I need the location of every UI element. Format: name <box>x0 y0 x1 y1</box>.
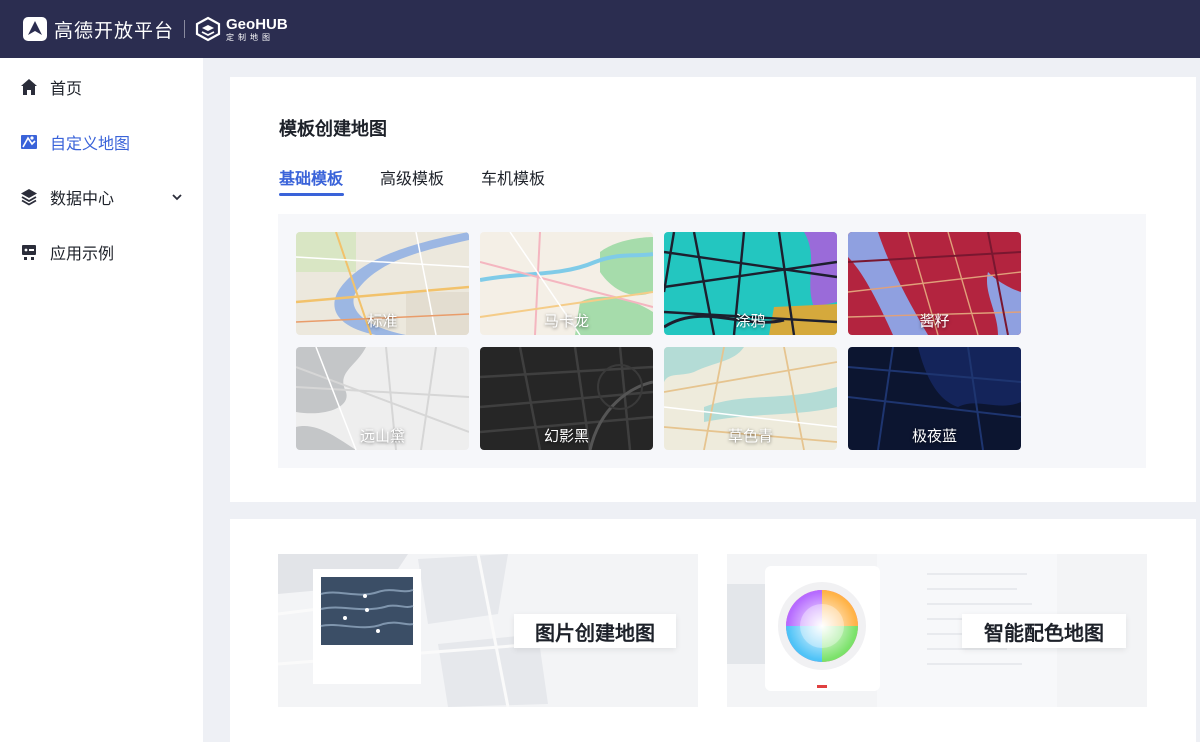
template-label: 远山黛 <box>359 427 405 445</box>
template-card-macaron[interactable]: 马卡龙 <box>480 232 653 335</box>
sidebar-item-custom-map[interactable]: 自定义地图 <box>0 120 203 164</box>
sidebar: 首页 自定义地图 数据中心 应用示例 <box>0 58 203 742</box>
sidebar-item-label: 数据中心 <box>50 189 115 208</box>
template-card-graffiti[interactable]: 涂鸦 <box>664 232 837 335</box>
amap-logo-icon <box>23 17 47 41</box>
sidebar-item-examples[interactable]: 应用示例 <box>0 230 203 274</box>
template-label: 涂鸦 <box>735 312 766 330</box>
create-from-image-card[interactable]: 图片创建地图 <box>278 554 698 707</box>
sidebar-item-home[interactable]: 首页 <box>0 65 203 109</box>
template-label: 草色青 <box>727 427 773 445</box>
tab-vehicle-templates[interactable]: 车机模板 <box>481 165 545 189</box>
template-card-yuanshandai[interactable]: 远山黛 <box>296 347 469 450</box>
chevron-down-icon[interactable] <box>170 190 184 204</box>
custom-map-icon <box>20 133 38 151</box>
layers-icon <box>20 188 38 206</box>
template-label: 标准 <box>367 312 398 330</box>
template-label: 极夜蓝 <box>911 427 957 445</box>
tab-active-indicator <box>279 193 344 196</box>
brand-name: 高德开放平台 <box>54 19 175 42</box>
template-label: 马卡龙 <box>543 312 589 330</box>
sidebar-item-data-center[interactable]: 数据中心 <box>0 175 203 219</box>
tab-advanced-templates[interactable]: 高级模板 <box>380 165 444 189</box>
geohub-subtitle: 定制地图 <box>226 32 275 42</box>
create-panel: 图片创建地图 智能配色地图 <box>230 519 1196 742</box>
examples-icon <box>20 243 38 261</box>
template-panel: 模板创建地图 基础模板 高级模板 车机模板 标准 马卡龙 涂鸦 酱籽 远山黛 幻… <box>230 77 1196 502</box>
template-card-standard[interactable]: 标准 <box>296 232 469 335</box>
tab-basic-templates[interactable]: 基础模板 <box>279 165 343 189</box>
template-card-jiangzi[interactable]: 酱籽 <box>848 232 1021 335</box>
template-card-polar-night-blue[interactable]: 极夜蓝 <box>848 347 1021 450</box>
card-label: 智能配色地图 <box>962 614 1126 648</box>
home-icon <box>20 78 38 96</box>
template-grid: 标准 马卡龙 涂鸦 酱籽 远山黛 幻影黑 草色青 极夜蓝 <box>278 214 1146 468</box>
sidebar-item-label: 首页 <box>50 79 83 98</box>
brand-divider <box>184 20 186 38</box>
sidebar-item-label: 自定义地图 <box>50 134 131 153</box>
geohub-logo-icon <box>195 16 221 42</box>
template-card-phantom-black[interactable]: 幻影黑 <box>480 347 653 450</box>
card-label: 图片创建地图 <box>514 614 676 648</box>
template-label: 酱籽 <box>919 312 950 330</box>
sidebar-item-label: 应用示例 <box>50 244 115 263</box>
geohub-title: GeoHUB <box>226 15 288 33</box>
smart-color-card[interactable]: 智能配色地图 <box>727 554 1147 707</box>
template-card-caoseqing[interactable]: 草色青 <box>664 347 837 450</box>
brand[interactable]: 高德开放平台 GeoHUB 定制地图 <box>22 16 288 43</box>
top-header: 高德开放平台 GeoHUB 定制地图 <box>0 0 1200 58</box>
template-label: 幻影黑 <box>543 427 589 445</box>
section-title: 模板创建地图 <box>279 119 387 140</box>
